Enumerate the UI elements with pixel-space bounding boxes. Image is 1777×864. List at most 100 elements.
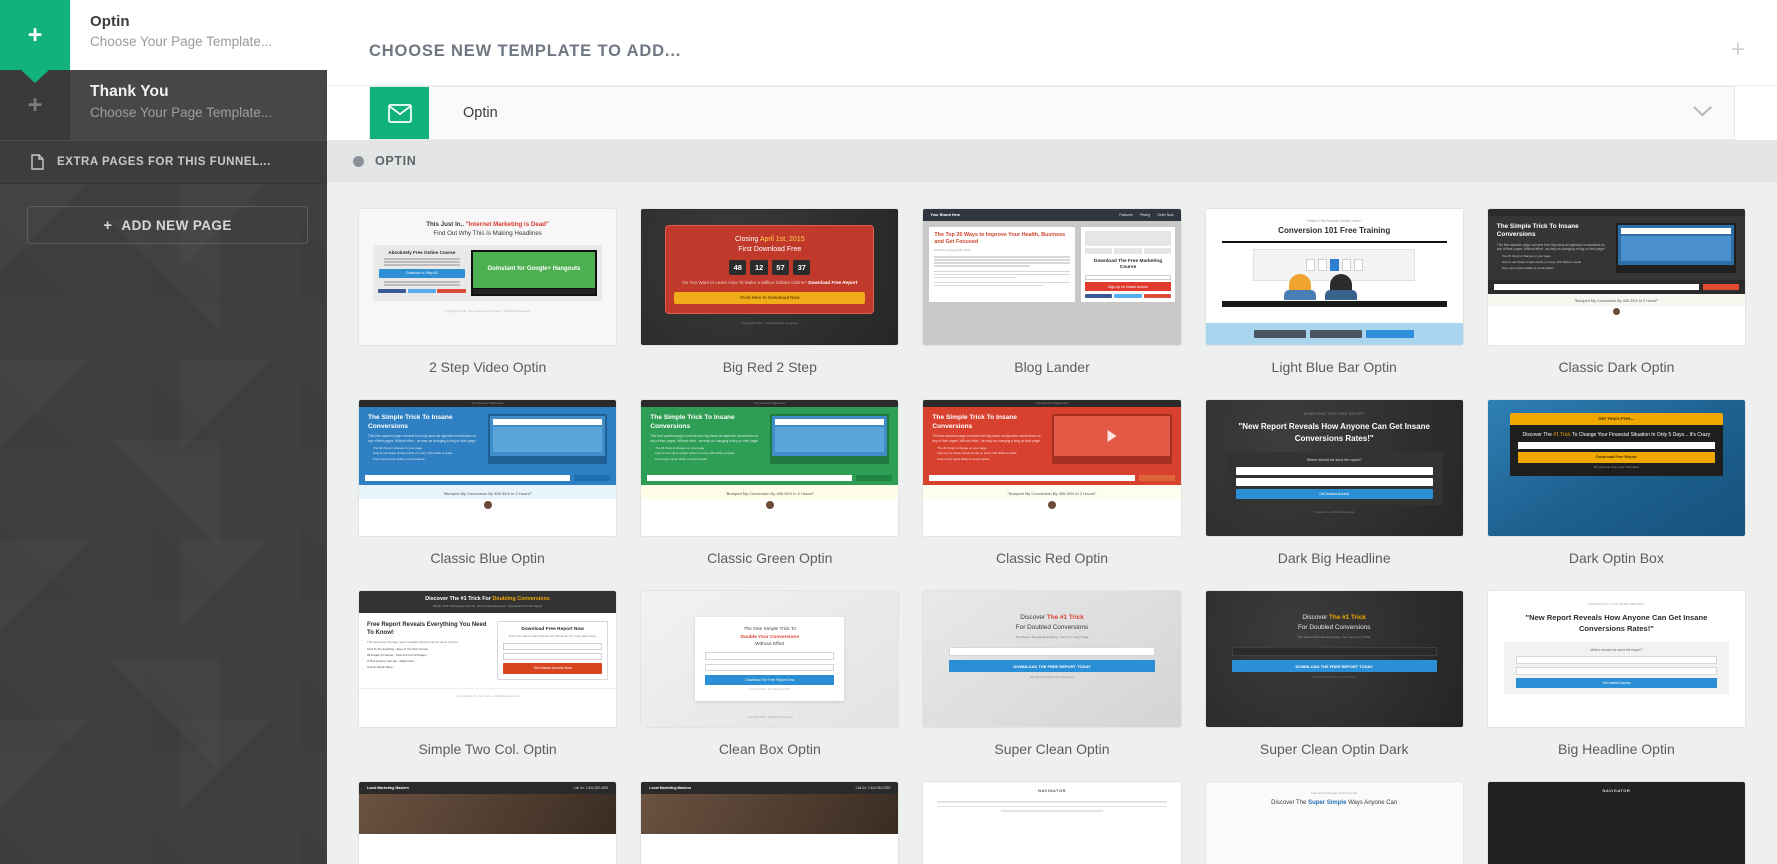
template-thumbnail[interactable]: " DOWNLOAD THIS FREE REPORT " "New Repor… [1486,590,1746,728]
template-card[interactable]: Local Marketing Masters Call Us: 1-844-35… [358,781,618,864]
preview-text: How to use these simple words on every 1… [937,451,1017,456]
template-card[interactable]: The One Simple Trick To Double Your Conve… [640,590,900,781]
preview-text: We will never share your information [1593,464,1639,469]
template-card[interactable]: NAVIGATOR [922,781,1182,864]
add-template-icon[interactable]: + [1731,38,1745,62]
template-thumbnail[interactable]: Get Yours Free... Discover The #1 Trick … [1486,399,1746,537]
template-card[interactable]: The Simple Trick To Insane Conversions T… [1486,208,1746,399]
preview-text: Where should we send the report? [1590,647,1643,652]
preview-text: Copyright 2015 - Your Awesome Company [741,320,799,325]
preview-text: GoInstant for Google+ Hangouts [472,251,596,288]
template-thumbnail[interactable]: Discover The #1 Trick For Doubling Conve… [358,590,618,728]
template-card[interactable]: Discover The #1 Trick For Doubled Conver… [922,590,1182,781]
template-thumbnail[interactable]: Closing April 1st, 2015 First Download Fr… [640,208,900,346]
thumbnail-art: The One Simple Trick To Double Your Conve… [641,591,899,727]
template-thumbnail[interactable]: " Watch This Special Limited Video " Con… [1204,208,1464,346]
template-card[interactable]: Your Brand Here Features Pricing Order N… [922,208,1182,399]
template-name: Classic Red Optin [995,550,1109,566]
template-grid-wrapper: This Just In.. "Internet Marketing is De… [327,182,1777,864]
template-card[interactable]: This Just In.. "Internet Marketing is De… [358,208,618,399]
preview-text: The Simple Trick To Insane Conversions [932,414,1017,430]
step-text: Optin Choose Your Page Template... [70,0,272,70]
thumbnail-art: Your Awesome Tagline Here The Simple Tri… [359,400,617,536]
sidebar-step-optin[interactable]: + Optin Choose Your Page Template... [0,0,327,70]
sidebar-step-thank-you[interactable]: + Thank You Choose Your Page Template... [0,70,327,140]
template-card[interactable]: Free Report Reveals Conversion 101 Disco… [1204,781,1464,864]
template-thumbnail[interactable]: The One Simple Trick To Double Your Conve… [640,590,900,728]
preview-text: "Bumped My Conversion By 465.34% In 2 Ho… [359,484,617,499]
preview-text: Free report gives ability to avoid waste… [937,457,990,462]
template-thumbnail[interactable]: Local Marketing Masters Call Us: 1-844-35… [358,781,618,864]
template-card[interactable]: NAVIGATOR [1486,781,1746,864]
preview-field [1254,330,1307,338]
preview-text: The Simple Trick To Insane Conversions [650,414,735,430]
template-thumbnail[interactable]: Your Awesome Tagline Here The Simple Tri… [640,399,900,537]
template-card[interactable]: Your Awesome Tagline Here The Simple Tri… [640,399,900,590]
template-card[interactable]: Your Awesome Tagline Here The Simple Tri… [922,399,1182,590]
preview-text: #1 Trick [1553,431,1571,438]
preview-text: " DOWNLOAD THIS FREE REPORT " [1586,602,1647,606]
template-name: Big Red 2 Step [722,359,817,375]
template-card[interactable]: " DOWNLOAD THIS FREE REPORT " "New Repor… [1486,590,1746,781]
thumbnail-art: This Just In.. "Internet Marketing is De… [359,209,617,345]
template-thumbnail[interactable]: Your Awesome Tagline Here The Simple Tri… [358,399,618,537]
template-card[interactable]: Closing April 1st, 2015 First Download Fr… [640,208,900,399]
preview-field [705,663,835,672]
preview-text: "Internet Marketing is Dead" [465,221,549,228]
preview-field [1310,330,1363,338]
template-thumbnail[interactable]: Your Brand Here Features Pricing Order N… [922,208,1182,346]
template-thumbnail[interactable]: Local Marketing Masters Call Us: 1-844-35… [640,781,900,864]
preview-text: The #1 thing to change on your page [373,445,423,450]
template-thumbnail[interactable]: Free Report Reveals Conversion 101 Disco… [1204,781,1464,864]
template-card[interactable]: Discover The #1 Trick For Doubling Conve… [358,590,618,781]
preview-button: Download The Free Report Now [705,675,835,686]
preview-text: Doubling Conversions [492,596,550,602]
accordion-header-optin[interactable]: Optin [369,86,1735,140]
template-thumbnail[interactable]: NAVIGATOR [1486,781,1746,864]
preview-button: DOWNLOAD THE FREE REPORT TODAY [1231,659,1437,673]
template-thumbnail[interactable]: Your Awesome Tagline Here The Simple Tri… [922,399,1182,537]
plus-icon: + [27,90,43,119]
step-add-icon[interactable]: + [0,0,70,70]
preview-text: NAVIGATOR [1038,787,1066,793]
preview-text: This free squeeze page converts from big… [368,434,477,443]
preview-text: Discover [1020,614,1047,621]
template-thumbnail[interactable]: Discover The #1 Trick For Doubled Conver… [1204,590,1464,728]
step-subtitle: Choose Your Page Template... [90,105,273,120]
template-card[interactable]: Local Marketing Masters Call Us: 1-844-35… [640,781,900,864]
template-thumbnail[interactable]: Discover The #1 Trick For Doubled Conver… [922,590,1182,728]
preview-text: If This Anyone Can Do - Right Now! [367,659,415,664]
preview-text: To Change Your Financial Situation In On… [1570,431,1711,438]
template-grid: This Just In.. "Internet Marketing is De… [327,208,1777,864]
preview-text: NAVIGATOR [1602,787,1631,793]
template-thumbnail[interactable]: The Simple Trick To Insane Conversions T… [1486,208,1746,346]
preview-text: First Download Free [738,246,802,254]
app-root: + Optin Choose Your Page Template... + T… [0,0,1777,864]
thumbnail-art: Discover The #1 Trick For Doubled Conver… [1205,591,1463,727]
preview-field [1231,646,1437,656]
preview-text: Enter Your Name & Email Below. We Will E… [508,634,597,639]
template-thumbnail[interactable]: " DOWNLOAD THIS FREE REPORT " "New Repor… [1204,399,1464,537]
step-text: Thank You Choose Your Page Template... [70,70,272,140]
thumbnail-art: NAVIGATOR [923,782,1181,864]
preview-text: Pricing [1139,212,1151,217]
template-card[interactable]: " Watch This Special Limited Video " Con… [1204,208,1464,399]
preview-text: For Doubled Conversions [1297,623,1371,631]
chevron-down-icon[interactable] [1693,104,1712,122]
extra-pages-row[interactable]: EXTRA PAGES FOR THIS FUNNEL... [0,140,327,184]
template-thumbnail[interactable]: This Just In.. "Internet Marketing is De… [358,208,618,346]
template-thumbnail[interactable]: NAVIGATOR [922,781,1182,864]
template-card[interactable]: Get Yours Free... Discover The #1 Trick … [1486,399,1746,590]
template-card[interactable]: " DOWNLOAD THIS FREE REPORT " "New Repor… [1204,399,1464,590]
add-new-page-label: ADD NEW PAGE [121,217,232,233]
preview-text: "Bumped My Conversion By 465.34% In 2 Ho… [641,484,899,499]
preview-text: This Report Reveals Everything - Get You… [1297,635,1371,640]
avatar [1612,308,1620,316]
template-name: Dark Big Headline [1277,550,1391,566]
preview-text: Closing [734,236,760,243]
preview-field [949,646,1155,656]
template-card[interactable]: Your Awesome Tagline Here The Simple Tri… [358,399,618,590]
timer-digit: 37 [793,260,811,275]
template-card[interactable]: Discover The #1 Trick For Doubled Conver… [1204,590,1464,781]
add-new-page-button[interactable]: + ADD NEW PAGE [27,206,308,244]
